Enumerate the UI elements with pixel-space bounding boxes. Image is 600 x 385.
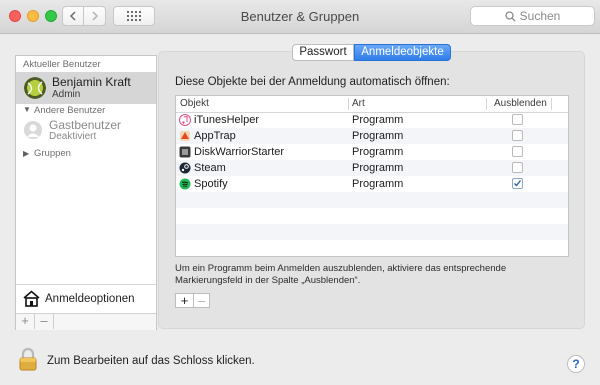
house-icon [23,290,40,307]
hide-checkbox[interactable] [512,146,523,157]
chevron-left-icon [69,11,76,21]
hide-hint-text: Um ein Programm beim Anmelden auszublend… [175,263,507,286]
spotify-icon [179,178,191,190]
column-header-kind[interactable]: Art [352,98,365,109]
itunes-icon [179,114,191,126]
app-name: Spotify [194,178,228,190]
empty-row [176,224,568,240]
app-name: Steam [194,162,226,174]
empty-row [176,208,568,224]
users-sidebar: Aktueller Benutzer Benjamin Kraft Admin … [15,55,157,330]
hide-checkbox[interactable] [512,178,523,189]
tennis-ball-icon [24,77,46,99]
show-all-button[interactable] [113,6,155,26]
search-field[interactable]: Suchen [470,6,595,26]
checkmark-icon [514,180,522,187]
current-user-section-label: Aktueller Benutzer [23,59,101,70]
hide-checkbox[interactable] [512,114,523,125]
hide-checkbox[interactable] [512,162,523,173]
column-divider [551,98,552,110]
tab-login-items[interactable]: Anmeldeobjekte [354,44,451,61]
grid-icon [127,11,141,21]
app-name: DiskWarriorStarter [194,146,285,158]
column-header-item[interactable]: Objekt [180,98,209,109]
tab-password[interactable]: Passwort [292,44,354,61]
guest-name: Gastbenutzer [49,118,122,132]
guest-avatar [24,121,42,139]
add-login-item-button[interactable]: + [176,293,194,308]
sidebar-item-current-user[interactable]: Benjamin Kraft Admin [16,72,156,104]
forward-button[interactable] [84,6,106,26]
app-kind: Programm [352,114,404,126]
disclosure-open-icon[interactable]: ▼ [23,105,31,114]
login-options-item[interactable]: Anmeldeoptionen [16,284,156,315]
apptrap-icon [179,130,191,142]
current-user-role: Admin [52,89,81,100]
app-kind: Programm [352,178,404,190]
table-row[interactable]: Spotify Programm [176,176,568,192]
add-user-button[interactable]: + [16,314,35,329]
table-row[interactable]: Steam Programm [176,160,568,176]
empty-row [176,192,568,208]
login-options-label: Anmeldeoptionen [45,293,135,305]
other-users-section-label: Andere Benutzer [34,105,106,116]
close-button[interactable] [9,10,21,22]
diskwarrior-icon [179,146,191,158]
app-kind: Programm [352,130,404,142]
lock-text: Zum Bearbeiten auf das Schloss klicken. [47,355,255,367]
chevron-right-icon [91,11,98,21]
zoom-button[interactable] [45,10,57,22]
login-items-table: Objekt Art Ausblenden iTunesHelper Progr… [175,95,569,257]
help-button[interactable]: ? [567,355,585,373]
minimize-button[interactable] [27,10,39,22]
column-divider [486,98,487,110]
window-title: Benutzer & Gruppen [240,9,360,24]
lock-icon[interactable] [19,347,37,371]
column-divider [348,98,349,110]
hide-checkbox[interactable] [512,130,523,141]
steam-icon [179,162,191,174]
table-header: Objekt Art Ausblenden [176,96,568,113]
empty-row [176,240,568,256]
avatar [24,77,46,99]
table-row[interactable]: AppTrap Programm [176,128,568,144]
back-button[interactable] [62,6,84,26]
table-row[interactable]: DiskWarriorStarter Programm [176,144,568,160]
column-header-hide[interactable]: Ausblenden [494,98,547,109]
table-row[interactable]: iTunesHelper Programm [176,112,568,128]
app-kind: Programm [352,162,404,174]
search-icon [504,10,516,21]
groups-section-label[interactable]: Gruppen [34,148,71,159]
current-user-name: Benjamin Kraft [52,75,131,89]
app-name: AppTrap [194,130,236,142]
person-icon [27,124,39,137]
guest-status: Deaktiviert [49,131,97,142]
title-bar: Benutzer & Gruppen Suchen [0,0,600,34]
login-item-add-remove: + – [175,293,210,308]
app-name: iTunesHelper [194,114,260,126]
search-placeholder: Suchen [519,9,561,23]
remove-user-button[interactable]: – [35,314,54,329]
remove-login-item-button[interactable]: – [193,293,210,308]
app-kind: Programm [352,146,404,158]
disclosure-closed-icon[interactable]: ▶ [23,149,29,158]
login-items-intro: Diese Objekte bei der Anmeldung automati… [175,76,450,88]
sidebar-footer: + – [16,313,156,330]
